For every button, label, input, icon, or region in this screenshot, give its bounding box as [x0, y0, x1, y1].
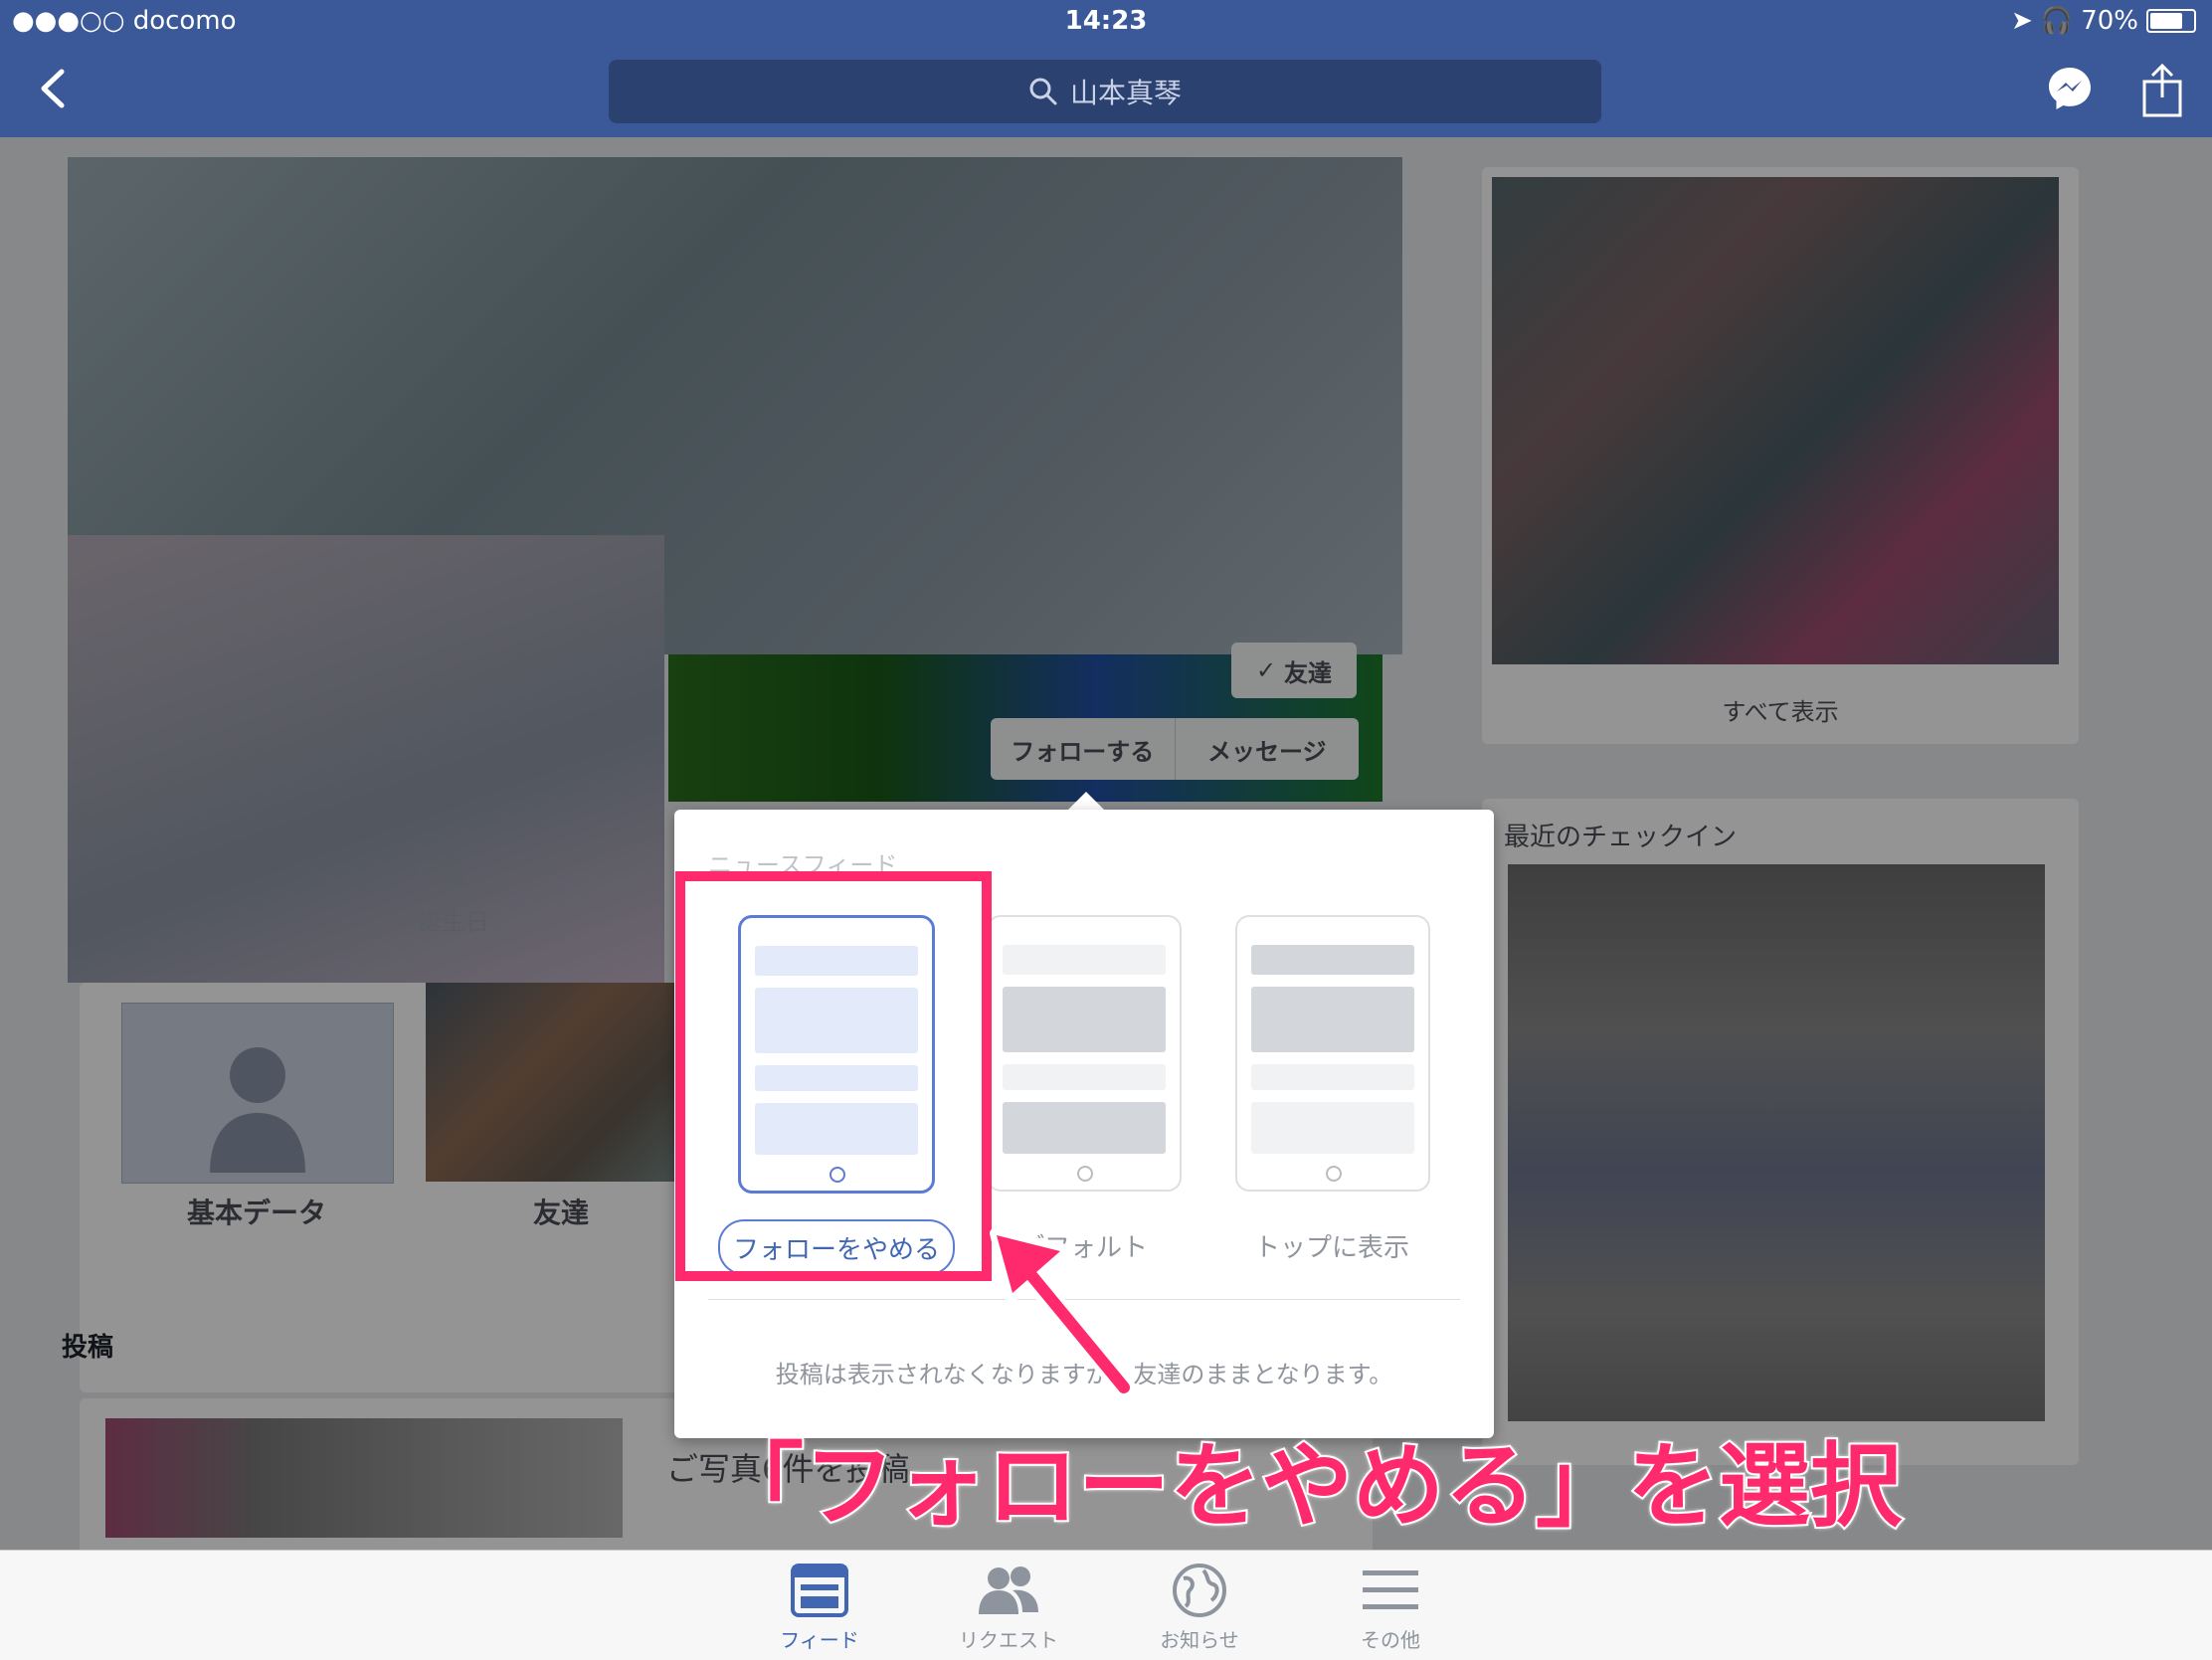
share-icon[interactable]: [2140, 64, 2184, 117]
see-first-option-label: トップに表示: [1253, 1232, 1409, 1263]
tablet-icon: [1235, 915, 1430, 1192]
navigation-bar: 山本真琴: [0, 42, 2212, 137]
menu-icon: [1363, 1570, 1418, 1609]
highlight-box: [675, 871, 992, 1281]
search-text: 山本真琴: [1069, 77, 1182, 109]
battery-indicator: ➤ 🎧 70%: [2011, 6, 2196, 36]
tab-notifications[interactable]: お知らせ: [1110, 1563, 1289, 1653]
tab-notifications-label: お知らせ: [1160, 1628, 1239, 1652]
messenger-icon[interactable]: [2045, 64, 2095, 113]
tab-more-label: その他: [1361, 1628, 1420, 1652]
annotation-caption: 「フォローをやめる」を選択: [710, 1431, 1904, 1542]
search-bar[interactable]: 山本真琴: [609, 60, 1601, 123]
location-icon: ➤: [2011, 6, 2033, 36]
tab-requests[interactable]: リクエスト: [919, 1563, 1098, 1653]
tab-bar: フィード リクエスト お知らせ その他: [0, 1550, 2212, 1660]
back-chevron-icon[interactable]: [30, 64, 80, 113]
tab-feed-label: フィード: [780, 1628, 859, 1652]
tab-more[interactable]: その他: [1301, 1563, 1480, 1653]
tablet-icon: [987, 915, 1182, 1192]
search-icon: [1029, 78, 1057, 105]
battery-percent: 70%: [2081, 6, 2138, 36]
annotation-arrow-icon: [990, 1228, 1135, 1398]
tab-feed[interactable]: フィード: [730, 1563, 909, 1653]
friend-requests-icon: [979, 1567, 1038, 1614]
headphones-icon: 🎧: [2040, 6, 2074, 36]
popover-arrow: [1066, 792, 1106, 812]
battery-icon: [2146, 9, 2196, 33]
status-bar: ●●●○○ docomo 14:23 ➤ 🎧 70%: [0, 0, 2212, 42]
clock: 14:23: [1064, 6, 1148, 36]
feed-icon: [791, 1564, 848, 1617]
globe-icon: [1173, 1564, 1226, 1617]
tab-requests-label: リクエスト: [959, 1628, 1058, 1652]
